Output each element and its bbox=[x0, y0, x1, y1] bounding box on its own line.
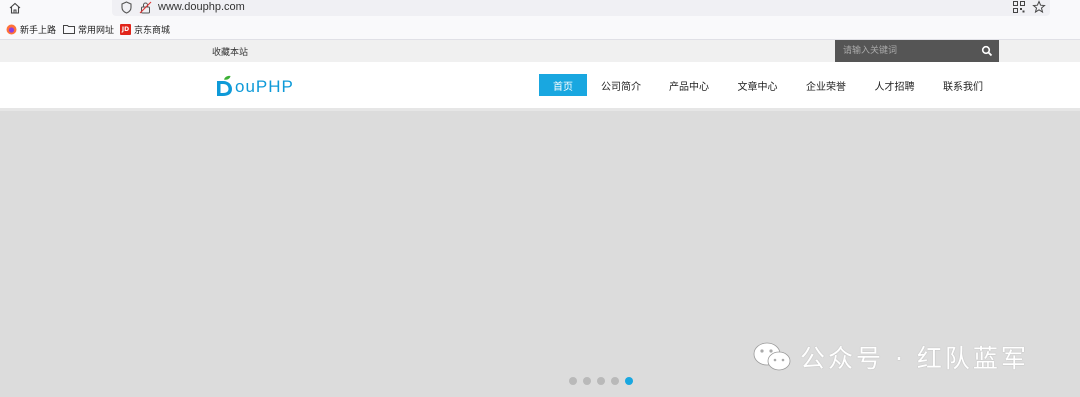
slide-dot[interactable] bbox=[625, 377, 633, 385]
nav-item-about[interactable]: 公司简介 bbox=[587, 74, 655, 96]
main-nav: 首页 公司简介 产品中心 文章中心 企业荣誉 人才招聘 联系我们 bbox=[539, 74, 997, 96]
bookmark-label: 京东商城 bbox=[134, 25, 171, 36]
logo-text: ouPHP bbox=[235, 77, 294, 96]
nav-item-honors[interactable]: 企业荣誉 bbox=[792, 74, 860, 96]
wechat-icon bbox=[753, 342, 791, 371]
slide-dot[interactable] bbox=[611, 377, 619, 385]
logo-d-mark-icon bbox=[217, 75, 232, 96]
qr-code-icon[interactable] bbox=[1013, 1, 1025, 13]
nav-item-contact[interactable]: 联系我们 bbox=[929, 74, 997, 96]
browser-url-bar: www.douphp.com bbox=[0, 0, 1080, 18]
slide-indicators bbox=[569, 377, 633, 385]
nav-item-home[interactable]: 首页 bbox=[539, 74, 587, 96]
home-icon[interactable] bbox=[8, 1, 22, 15]
watermark-text: 公众号 · 红队蓝军 bbox=[800, 344, 1029, 373]
site-logo[interactable]: ouPHP bbox=[214, 71, 294, 97]
address-field[interactable] bbox=[112, 0, 1050, 16]
bookmark-item[interactable]: 新手上路 bbox=[6, 22, 56, 36]
add-favorite-link[interactable]: 收藏本站 bbox=[212, 45, 248, 58]
search-icon[interactable] bbox=[981, 45, 993, 57]
slide-dot[interactable] bbox=[597, 377, 605, 385]
bookmark-star-icon[interactable] bbox=[1032, 0, 1046, 14]
watermark: 公众号 · 红队蓝军 bbox=[752, 339, 1029, 375]
firefox-icon bbox=[6, 24, 17, 34]
slide-dot[interactable] bbox=[569, 377, 577, 385]
banner-slideshow: 公众号 · 红队蓝军 bbox=[0, 108, 1080, 397]
bookmarks-bar: 新手上路 常用网址 JD 京东商城 bbox=[0, 18, 1080, 40]
site-header: ouPHP 首页 公司简介 产品中心 文章中心 企业荣誉 人才招聘 联系我们 bbox=[0, 62, 1080, 108]
nav-item-jobs[interactable]: 人才招聘 bbox=[860, 74, 929, 96]
bookmark-label: 新手上路 bbox=[20, 25, 57, 36]
nav-item-products[interactable]: 产品中心 bbox=[655, 74, 723, 96]
top-strip: 收藏本站 bbox=[0, 40, 1080, 62]
shield-icon[interactable] bbox=[120, 1, 133, 14]
bookmark-item[interactable]: 常用网址 bbox=[63, 22, 114, 36]
url-text[interactable]: www.douphp.com bbox=[158, 0, 245, 14]
folder-icon bbox=[63, 25, 75, 34]
bookmark-label: 常用网址 bbox=[78, 25, 115, 36]
insecure-lock-icon[interactable] bbox=[139, 1, 152, 14]
nav-item-articles[interactable]: 文章中心 bbox=[723, 74, 792, 96]
search-input[interactable] bbox=[835, 40, 975, 62]
slide-dot[interactable] bbox=[583, 377, 591, 385]
jd-logo-icon: JD bbox=[120, 23, 131, 35]
search-box bbox=[835, 40, 999, 62]
bookmark-item[interactable]: JD 京东商城 bbox=[120, 22, 170, 36]
